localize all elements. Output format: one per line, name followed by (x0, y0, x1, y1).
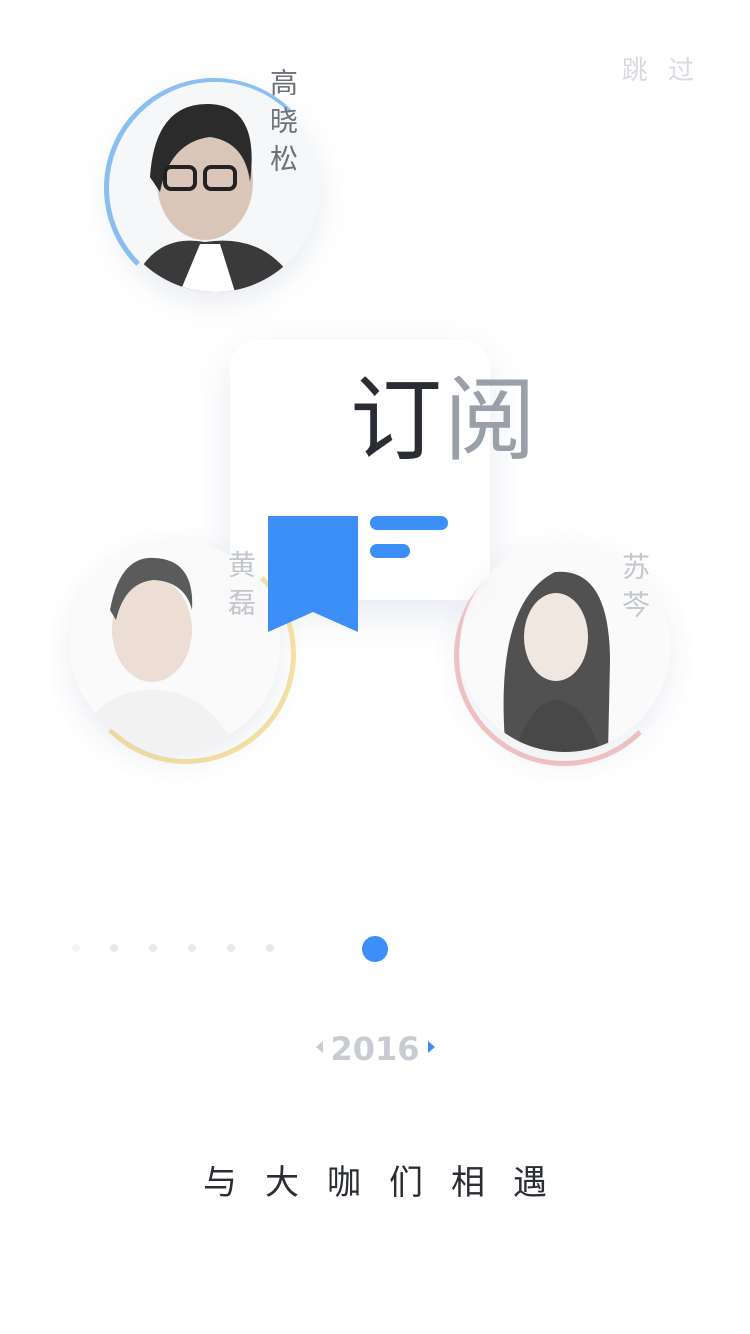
page-dot[interactable] (149, 944, 157, 952)
subscribe-title: 订阅 (350, 367, 539, 474)
person-name-huang: 黄磊 (224, 550, 257, 626)
page-dot[interactable] (110, 944, 118, 952)
page-dot[interactable] (72, 944, 80, 952)
page-dot-active[interactable] (362, 936, 388, 962)
page-dot[interactable] (227, 944, 235, 952)
list-lines-icon (370, 516, 448, 558)
next-year-icon[interactable] (428, 1041, 435, 1053)
tagline-text: 与大咖们相遇 (203, 1163, 575, 1203)
bookmark-icon (268, 516, 358, 632)
page-dot[interactable] (266, 944, 274, 952)
skip-button[interactable]: 跳 过 (622, 50, 700, 87)
person-name-gao: 高晓松 (266, 68, 299, 182)
person-name-su: 苏芩 (618, 552, 651, 628)
page-dot[interactable] (188, 944, 196, 952)
year-label: 2016 (330, 1030, 420, 1068)
